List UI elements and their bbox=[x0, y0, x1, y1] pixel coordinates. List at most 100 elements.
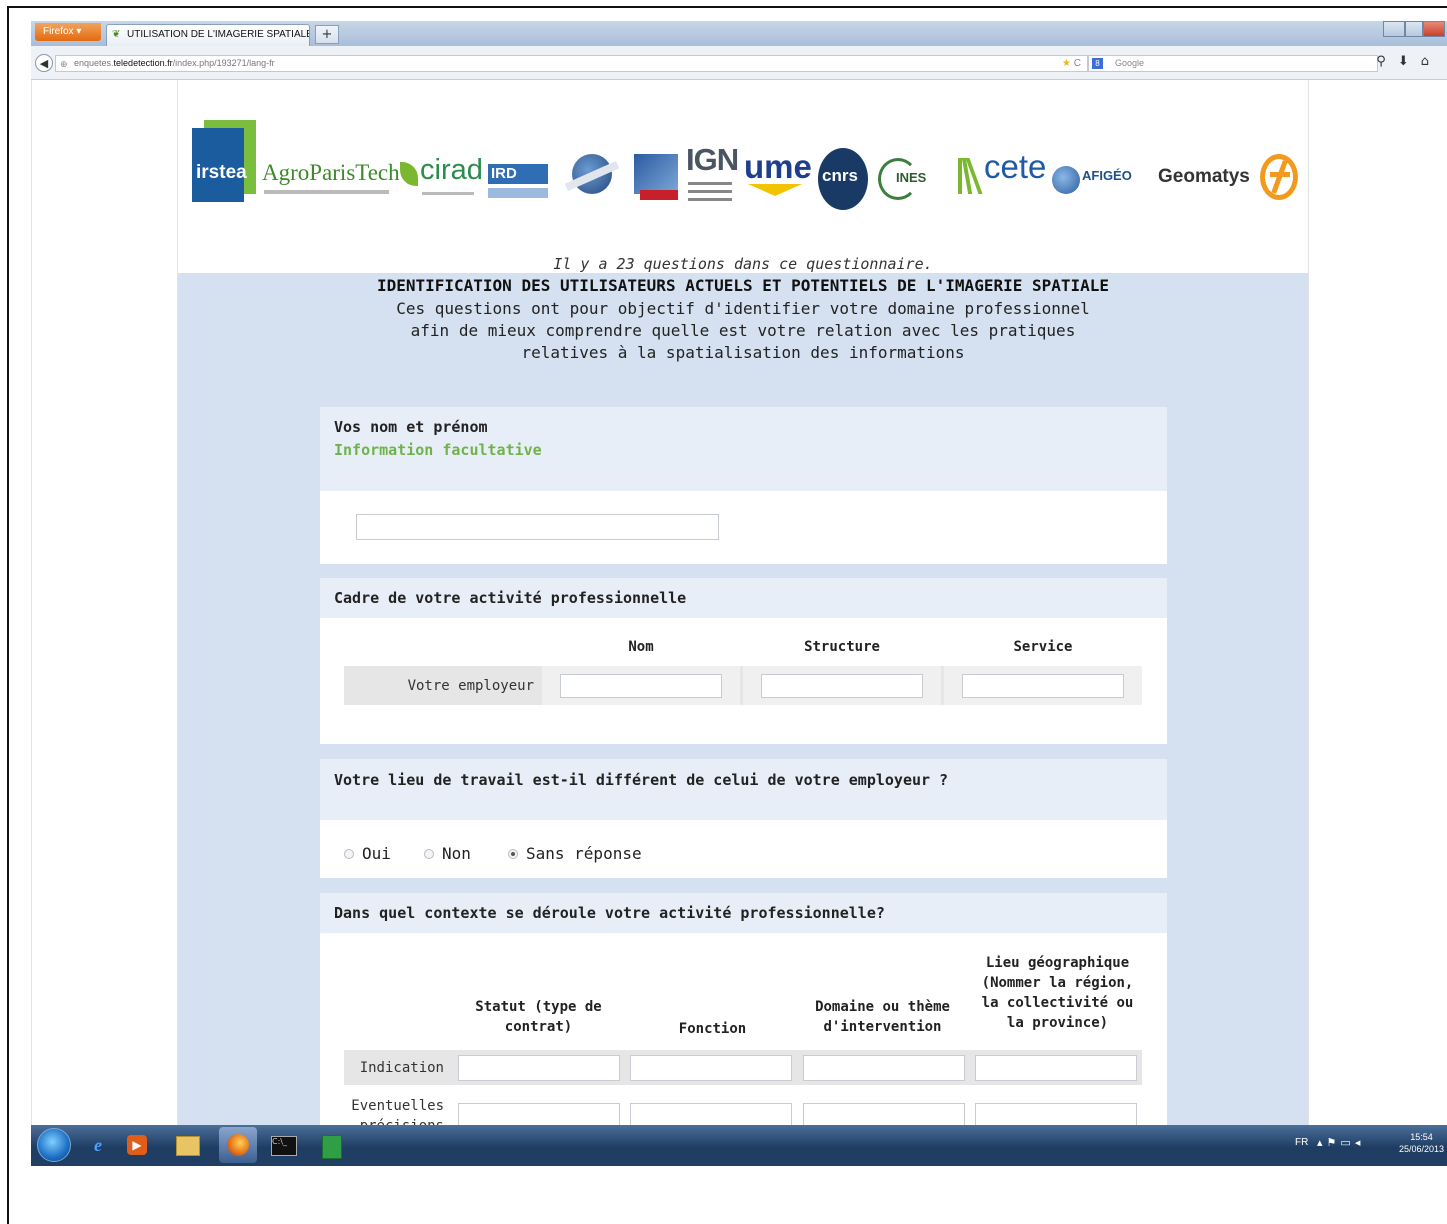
volume-icon[interactable]: ◂ bbox=[1355, 1137, 1365, 1149]
employer-service-input[interactable] bbox=[962, 674, 1124, 698]
home-icon[interactable]: ⌂ bbox=[1421, 54, 1441, 69]
name-input[interactable] bbox=[356, 514, 719, 540]
survey-description-line-2: afin de mieux comprendre quelle est votr… bbox=[410, 321, 1076, 340]
context-col-lieu: Lieu géographique (Nommer la région, la … bbox=[981, 955, 1134, 1031]
url-actions: ★ C bbox=[1062, 56, 1081, 71]
logo-geomatys: Geomatys bbox=[1158, 166, 1258, 202]
scroll-edge bbox=[31, 80, 32, 1125]
window-controls bbox=[1383, 21, 1447, 39]
logo-afigeo: AFIGÉO bbox=[1052, 164, 1152, 204]
logo-cete: cete bbox=[958, 148, 1050, 206]
context-fonction-input[interactable] bbox=[630, 1055, 792, 1081]
question-workplace-card: Votre lieu de travail est-il différent d… bbox=[320, 759, 1167, 878]
logo-ign-label: IGN bbox=[686, 142, 739, 177]
workplace-label-non[interactable]: Non bbox=[442, 844, 471, 864]
logo-ume-label: ume bbox=[744, 148, 812, 185]
workplace-radio-sans-reponse[interactable] bbox=[508, 849, 518, 859]
flag-icon[interactable]: ⚑ bbox=[1327, 1137, 1341, 1149]
logo-ign: IGN bbox=[686, 142, 746, 212]
download-arrow-icon[interactable]: ⬇ bbox=[1398, 54, 1421, 69]
logo-ird: IRD bbox=[488, 164, 552, 206]
context-col-fonction: Fonction bbox=[678, 1021, 747, 1037]
firefox-menu-button[interactable]: Firefox ▾ bbox=[35, 23, 101, 41]
language-indicator[interactable]: FR bbox=[1295, 1137, 1308, 1148]
context-domaine-input[interactable] bbox=[803, 1055, 965, 1081]
employer-col-service: Service bbox=[1013, 639, 1073, 655]
window-minimize-button[interactable] bbox=[1383, 21, 1405, 37]
logo-agroparistech: AgroParisTech bbox=[262, 160, 400, 200]
url-path: /index.php/193271/lang-fr bbox=[172, 58, 275, 68]
context-fonction-precision-input[interactable] bbox=[630, 1103, 792, 1125]
context-lieu-input[interactable] bbox=[975, 1055, 1137, 1081]
firefox-menu-label: Firefox bbox=[43, 26, 74, 37]
context-statut-input[interactable] bbox=[458, 1055, 620, 1081]
context-lieu-precision-input[interactable] bbox=[975, 1103, 1137, 1125]
site-favicon-icon: ❦ bbox=[112, 29, 121, 40]
file-explorer-icon[interactable] bbox=[171, 1130, 201, 1160]
logo-afigeo-label: AFIGÉO bbox=[1082, 168, 1132, 183]
search-engine-icon[interactable]: 8 bbox=[1092, 58, 1103, 69]
workplace-radio-oui[interactable] bbox=[344, 849, 354, 859]
network-icon[interactable]: ▭ bbox=[1340, 1137, 1354, 1149]
spreadsheet-icon[interactable] bbox=[315, 1130, 345, 1160]
logo-cnrs: cnrs bbox=[818, 148, 870, 214]
reload-icon[interactable]: C bbox=[1074, 58, 1081, 69]
logo-globe-institute bbox=[564, 154, 626, 204]
search-icon[interactable]: ⚲ bbox=[1376, 54, 1398, 69]
context-domaine-precision-input[interactable] bbox=[803, 1103, 965, 1125]
question-name-title: Vos nom et prénom bbox=[334, 418, 488, 436]
question-employer-title: Cadre de votre activité professionnelle bbox=[334, 589, 687, 607]
logo-agroparistech-label: AgroParisTech bbox=[262, 160, 400, 185]
workplace-label-sans-reponse[interactable]: Sans réponse bbox=[526, 844, 642, 864]
search-placeholder: Google bbox=[1115, 58, 1145, 68]
employer-nom-input[interactable] bbox=[560, 674, 722, 698]
logo-ines: INES bbox=[878, 158, 942, 202]
survey-title: IDENTIFICATION DES UTILISATEURS ACTUELS … bbox=[376, 276, 1110, 295]
logo-geomatys-label: Geomatys bbox=[1158, 166, 1250, 187]
employer-row-label: Votre employeur bbox=[407, 678, 534, 694]
tray-icons: ▴⚑▭◂ bbox=[1317, 1136, 1364, 1149]
internet-explorer-icon[interactable]: e bbox=[83, 1130, 113, 1160]
logo-ume: ume bbox=[744, 148, 812, 210]
new-tab-button[interactable]: + bbox=[315, 25, 339, 44]
firefox-taskbar-icon[interactable] bbox=[219, 1127, 257, 1163]
logo-irstea-label: irstea bbox=[196, 162, 247, 183]
browser-tab-active[interactable]: ❦ UTILISATION DE L'IMAGERIE SPATIALE ... bbox=[106, 24, 310, 46]
url-prefix: enquetes. bbox=[74, 58, 114, 68]
bookmark-star-icon[interactable]: ★ bbox=[1062, 58, 1071, 69]
logo-universite-reunion bbox=[634, 154, 682, 206]
window-maximize-button[interactable] bbox=[1405, 21, 1423, 37]
clock-date: 25/06/2013 bbox=[1398, 1144, 1444, 1154]
system-tray: FR ▴⚑▭◂ 15:54 25/06/2013 bbox=[1287, 1125, 1447, 1166]
command-prompt-icon[interactable]: C:\_ bbox=[267, 1130, 297, 1160]
start-menu-button[interactable] bbox=[37, 1128, 71, 1162]
clock-time: 15:54 bbox=[1410, 1132, 1433, 1142]
logo-cirad-label: cirad bbox=[420, 154, 483, 186]
employer-col-nom: Nom bbox=[628, 639, 654, 655]
employer-structure-input[interactable] bbox=[761, 674, 923, 698]
clock[interactable]: 15:54 25/06/2013 bbox=[1399, 1131, 1444, 1155]
question-name-card: Vos nom et prénom Information facultativ… bbox=[320, 407, 1167, 564]
window-close-button[interactable] bbox=[1423, 21, 1445, 37]
employer-col-structure: Structure bbox=[804, 639, 880, 655]
back-arrow-icon[interactable]: ◀ bbox=[35, 54, 53, 72]
search-bar[interactable]: 8 Google bbox=[1088, 55, 1378, 72]
logo-cete-label: cete bbox=[984, 148, 1047, 185]
context-row-label-precisions: Eventuelles précisions bbox=[351, 1098, 444, 1125]
url-bar[interactable]: ⊕ enquetes.teledetection.fr/index.php/19… bbox=[55, 55, 1088, 72]
logo-ird-label: IRD bbox=[491, 165, 517, 182]
question-name-help: Information facultative bbox=[334, 441, 542, 459]
media-player-icon[interactable]: ▶ bbox=[127, 1135, 147, 1155]
survey-description-line-1: Ces questions ont pour objectif d'identi… bbox=[396, 299, 1090, 318]
context-statut-precision-input[interactable] bbox=[458, 1103, 620, 1125]
browser-nav-bar: ◀ ⊕ enquetes.teledetection.fr/index.php/… bbox=[31, 46, 1447, 80]
logo-orange-emblem bbox=[1260, 154, 1310, 210]
browser-tab-bar: Firefox ▾ ❦ UTILISATION DE L'IMAGERIE SP… bbox=[31, 21, 1447, 46]
logo-irstea: irstea bbox=[192, 120, 258, 202]
workplace-label-oui[interactable]: Oui bbox=[362, 844, 391, 864]
workplace-radio-non[interactable] bbox=[424, 849, 434, 859]
tray-expand-icon[interactable]: ▴ bbox=[1317, 1137, 1327, 1149]
toolbar-icons: ⚲⬇⌂ bbox=[1376, 54, 1441, 69]
context-col-statut: Statut (type de contrat) bbox=[475, 999, 602, 1035]
windows-taskbar: e ▶ C:\_ FR ▴⚑▭◂ 15:54 25/06/2013 bbox=[31, 1125, 1447, 1166]
